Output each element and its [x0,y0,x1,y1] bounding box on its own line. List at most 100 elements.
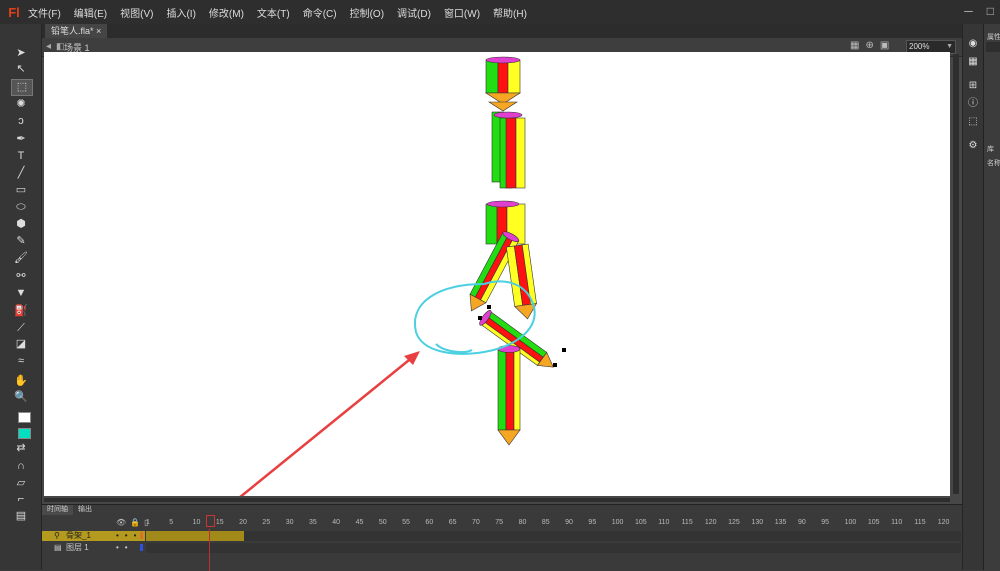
layer-1[interactable]: ▤ 图层 1 •• [42,543,145,553]
free-transform-tool-icon[interactable]: ⬚ [11,79,33,96]
frame-number: 35 [309,519,317,526]
menu-modify[interactable]: 修改(M) [207,3,246,22]
eye-icon[interactable]: 👁 [116,518,126,527]
zoom-tool-icon[interactable]: 🔍 [11,390,31,405]
clapper-icon[interactable]: ▦ [850,40,859,51]
menu-control[interactable]: 控制(O) [348,3,386,22]
paint-bucket-tool-icon[interactable]: ▼ [11,286,31,301]
frame-number: 15 [215,519,224,526]
width-tool-icon[interactable]: ≈ [11,354,31,369]
brush-tool-icon[interactable]: 🖌 [11,251,31,266]
swatches-icon[interactable]: ▦ [967,56,979,68]
menu-debug[interactable]: 调试(D) [395,3,433,22]
frame-number: 40 [332,519,341,526]
hand-tool-icon[interactable]: ✋ [11,374,31,389]
frame-number: 50 [378,519,387,526]
oval-tool-icon[interactable]: ⬭ [11,200,31,215]
tab-output[interactable]: 输出 [73,505,97,515]
layer-visibility-dots[interactable]: ••• [116,531,142,541]
stage[interactable] [44,52,950,496]
info-icon[interactable]: ⓘ [967,98,979,110]
menu-file[interactable]: 文件(F) [26,3,63,22]
frame-number: 45 [355,519,364,526]
eyedropper-tool-icon[interactable]: ⟋ [11,321,31,336]
menu-commands[interactable]: 命令(C) [301,3,339,22]
document-tab[interactable]: 铅笔人.fla* × [45,24,108,38]
armature-empty-frames[interactable] [244,531,961,541]
playhead-marker[interactable] [206,515,215,527]
3d-rotation-tool-icon[interactable]: ✺ [11,97,31,112]
app-logo: Fl [8,4,20,20]
playhead[interactable] [209,529,210,571]
timeline-header: 👁 🔒 ▯ 1 5 10 15 20 25 30 35 40 45 50 55 60 65 70 75 80 85… [42,517,962,529]
pencil-segment-torso[interactable] [491,111,526,189]
layer-toggle-icons: 👁 🔒 ▯ [116,518,149,527]
menu-help[interactable]: 帮助(H) [491,3,529,22]
frame-number: 100 [844,519,857,526]
menu-insert[interactable]: 插入(I) [164,3,197,22]
straighten-icon[interactable]: ⌐ [11,492,31,507]
frame-number: 75 [495,519,504,526]
maximize-icon[interactable]: □ [987,4,994,18]
frame-number: 10 [192,519,201,526]
layer-1-frames[interactable] [146,543,961,553]
align-icon[interactable]: ⊞ [967,80,979,92]
layer-armature[interactable]: ⚲ 骨架_1 ••• [42,531,145,541]
menu-edit[interactable]: 编辑(E) [72,3,109,22]
components-icon[interactable]: ⚙ [967,140,979,152]
subselection-tool-icon[interactable]: ↖ [11,62,31,77]
vertical-scrollbar[interactable] [953,54,959,494]
back-arrow-icon[interactable]: ◂ [46,41,51,52]
frame-ruler[interactable]: 1 5 10 15 20 25 30 35 40 45 50 55 60 65 70 75 80 85 90 95 10… [146,519,961,529]
pencil-tool-icon[interactable]: ✎ [11,234,31,249]
armature-pose-span[interactable] [146,531,244,541]
text-tool-icon[interactable]: T [11,149,31,164]
library-tab[interactable]: 库 [987,144,994,154]
tab-timeline[interactable]: 时间轴 [42,505,73,515]
color-wheel-icon[interactable]: ◉ [967,38,979,50]
frame-number: 115 [914,519,926,526]
layer-icon: ▤ [54,543,62,552]
stroke-color-icon[interactable] [11,410,31,425]
ink-bottle-tool-icon[interactable]: ⛽ [11,304,31,319]
horizontal-scrollbar[interactable] [44,498,950,502]
scene-tools: ▦ ⊕ ▣ [850,40,889,51]
edit-symbols-icon[interactable]: ⊕ [865,40,873,51]
eraser-tool-icon[interactable]: ◪ [11,337,31,352]
frame-number: 115 [681,519,693,526]
frame-number: 110 [658,519,670,526]
frame-number: 80 [518,519,527,526]
properties-tab[interactable]: 属性 [987,32,1000,42]
minimize-icon[interactable]: ─ [964,4,973,18]
bone-tool-icon[interactable]: ⚯ [11,269,31,284]
lock-icon[interactable]: 🔒 [130,518,140,527]
lasso-tool-icon[interactable]: ↄ [11,114,31,129]
line-tool-icon[interactable]: ╱ [11,166,31,181]
rectangle-tool-icon[interactable]: ▭ [11,183,31,198]
pencil-segment-foot[interactable] [497,345,521,446]
pen-tool-icon[interactable]: ✒ [11,132,31,147]
close-tab-icon[interactable]: × [96,26,101,36]
layer-visibility-dots[interactable]: •• [116,543,134,553]
properties-field[interactable] [986,42,1000,52]
transform-icon[interactable]: ⬚ [967,116,979,128]
timeline-tabs: 时间轴 输出 [42,505,97,515]
frame-number: 130 [751,519,764,526]
tools-panel: ➤ ↖ ⬚ ✺ ↄ ✒ T ╱ ▭ ⬭ ⬢ ✎ 🖌 ⚯ ▼ ⛽ ⟋ ◪ ≈ ✋ … [0,24,42,570]
frame-number: 85 [541,519,550,526]
smooth-icon[interactable]: ▱ [11,476,31,491]
frame-number: 60 [425,519,434,526]
pencil-segment-head[interactable] [484,56,522,112]
menu-text[interactable]: 文本(T) [255,3,292,22]
layer-name: 骨架_1 [66,531,91,540]
fill-color-icon[interactable] [11,426,31,441]
menu-window[interactable]: 窗口(W) [442,3,482,22]
snap-to-objects-icon[interactable]: ∩ [11,459,31,474]
edit-scene-icon[interactable]: ▣ [880,40,889,51]
document-tabs: 铅笔人.fla* × [42,24,962,38]
polystar-tool-icon[interactable]: ⬢ [11,217,31,232]
selection-tool-icon[interactable]: ➤ [11,46,31,61]
option-icon[interactable]: ▤ [11,509,31,524]
swap-colors-icon[interactable]: ⇄ [11,441,31,456]
menu-view[interactable]: 视图(V) [118,3,155,22]
